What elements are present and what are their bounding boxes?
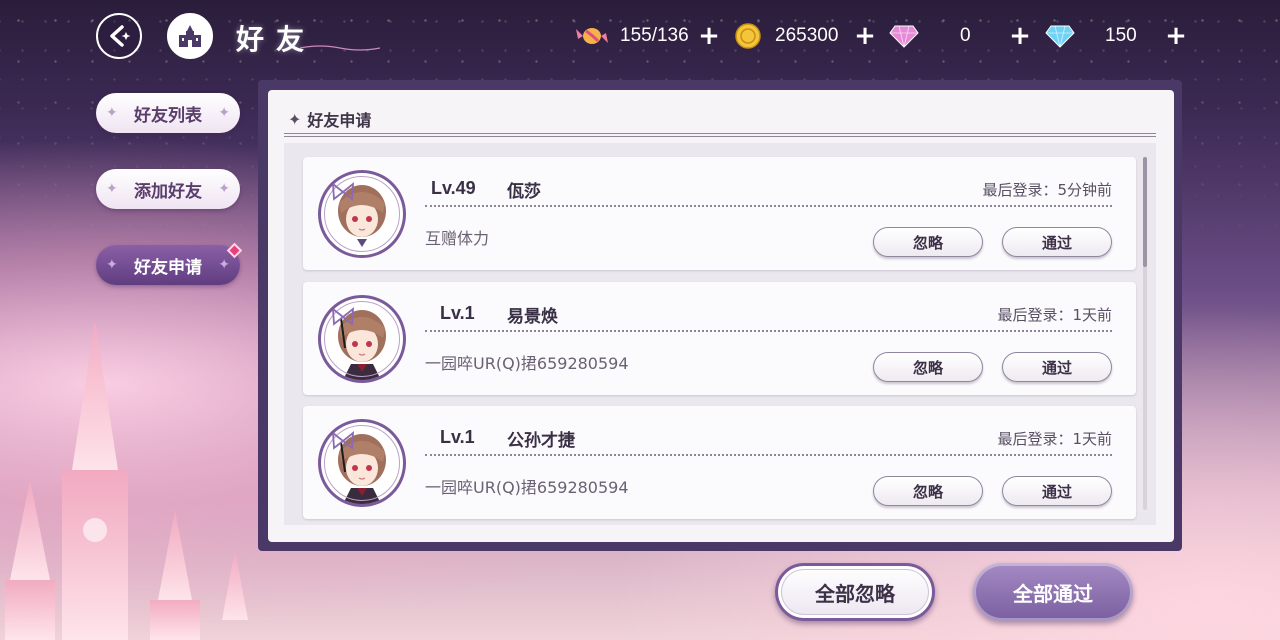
avatar[interactable] xyxy=(318,295,406,383)
tab-label: 好友申请 xyxy=(134,257,202,278)
pink-gem-icon xyxy=(889,25,919,48)
section-header: ✦ 好友申请 xyxy=(288,107,371,131)
sparkle-icon: ✦ xyxy=(288,109,302,129)
add-candy-button[interactable]: + xyxy=(697,22,721,50)
request-message: 一园啐UR(Q)捃659280594 xyxy=(425,354,629,373)
sparkle-icon: ✦ xyxy=(106,105,118,121)
request-message: 互赠体力 xyxy=(425,229,490,248)
player-level: Lv.49 xyxy=(431,178,476,198)
tab-friend-requests[interactable]: ✦ 好友申请 ✦ xyxy=(96,242,243,285)
add-pink-gem-button[interactable]: + xyxy=(1008,22,1032,50)
tab-label: 好友列表 xyxy=(134,105,202,126)
back-button[interactable] xyxy=(96,13,142,59)
accept-button[interactable]: 通过 xyxy=(1002,227,1112,257)
home-button[interactable] xyxy=(167,13,213,59)
friend-request-card: Lv.1 易景焕 最后登录：1天前 一园啐UR(Q)捃659280594 忽略 … xyxy=(303,282,1136,395)
accept-all-button[interactable]: 全部通过 xyxy=(973,563,1133,621)
tab-friend-list[interactable]: ✦ 好友列表 ✦ xyxy=(96,93,240,133)
dotted-divider xyxy=(425,330,1112,332)
blue-diamond-icon xyxy=(1045,25,1075,48)
bow-icon xyxy=(331,307,355,326)
avatar[interactable] xyxy=(318,419,406,507)
blue-diamond-value: 150 xyxy=(1105,25,1137,46)
section-divider xyxy=(284,133,1156,137)
gold-coin-icon xyxy=(735,23,761,49)
accept-button[interactable]: 通过 xyxy=(1002,476,1112,506)
ignore-button[interactable]: 忽略 xyxy=(873,227,983,257)
castle-home-icon xyxy=(179,25,201,47)
dotted-divider xyxy=(425,454,1112,456)
player-name: 易景焕 xyxy=(507,307,558,327)
add-blue-diamond-button[interactable]: + xyxy=(1164,22,1188,50)
bow-icon xyxy=(331,182,355,201)
player-level: Lv.1 xyxy=(440,303,475,323)
sparkle-icon: ✦ xyxy=(218,105,230,121)
blue-diamond-counter: 150 xyxy=(1105,20,1137,52)
top-bar: 好友 155/136 + 265300 + 0 + 150 + xyxy=(0,0,1280,72)
player-name: 佤莎 xyxy=(507,182,541,202)
back-arrow-icon xyxy=(110,25,131,47)
gold-counter: 265300 xyxy=(775,20,838,52)
castle-decoration xyxy=(0,280,260,640)
gold-value: 265300 xyxy=(775,25,839,46)
tab-label: 添加好友 xyxy=(134,181,202,202)
candy-counter: 155/136 xyxy=(620,20,689,52)
dotted-divider xyxy=(425,205,1112,207)
sparkle-icon: ✦ xyxy=(218,257,230,273)
bow-icon xyxy=(331,431,355,450)
player-name: 公孙才捷 xyxy=(507,431,575,451)
page-title: 好友 xyxy=(236,23,317,56)
add-gold-button[interactable]: + xyxy=(853,22,877,50)
pink-gem-value: 0 xyxy=(960,25,971,46)
sparkle-icon: ✦ xyxy=(106,257,118,273)
request-message: 一园啐UR(Q)捃659280594 xyxy=(425,478,629,497)
scrollbar-thumb[interactable] xyxy=(1143,157,1147,267)
title-flourish xyxy=(300,45,380,51)
ignore-button[interactable]: 忽略 xyxy=(873,476,983,506)
friend-request-card: Lv.1 公孙才捷 最后登录：1天前 一园啐UR(Q)捃659280594 忽略… xyxy=(303,406,1136,519)
friend-request-card: Lv.49 佤莎 最后登录：5分钟前 互赠体力 忽略 通过 xyxy=(303,157,1136,270)
last-login: 最后登录：1天前 xyxy=(997,430,1112,448)
ignore-all-button[interactable]: 全部忽略 xyxy=(775,563,935,621)
notification-badge xyxy=(226,242,243,259)
sparkle-icon: ✦ xyxy=(106,181,118,197)
ignore-button[interactable]: 忽略 xyxy=(873,352,983,382)
avatar[interactable] xyxy=(318,170,406,258)
candy-value: 155/136 xyxy=(620,25,689,46)
tab-add-friend[interactable]: ✦ 添加好友 ✦ xyxy=(96,169,240,209)
last-login: 最后登录：1天前 xyxy=(997,306,1112,324)
section-title: 好友申请 xyxy=(307,111,372,130)
sparkle-icon: ✦ xyxy=(218,181,230,197)
candy-icon xyxy=(576,28,608,44)
player-level: Lv.1 xyxy=(440,427,475,447)
last-login: 最后登录：5分钟前 xyxy=(982,181,1112,199)
pink-gem-counter: 0 xyxy=(960,20,971,52)
accept-button[interactable]: 通过 xyxy=(1002,352,1112,382)
